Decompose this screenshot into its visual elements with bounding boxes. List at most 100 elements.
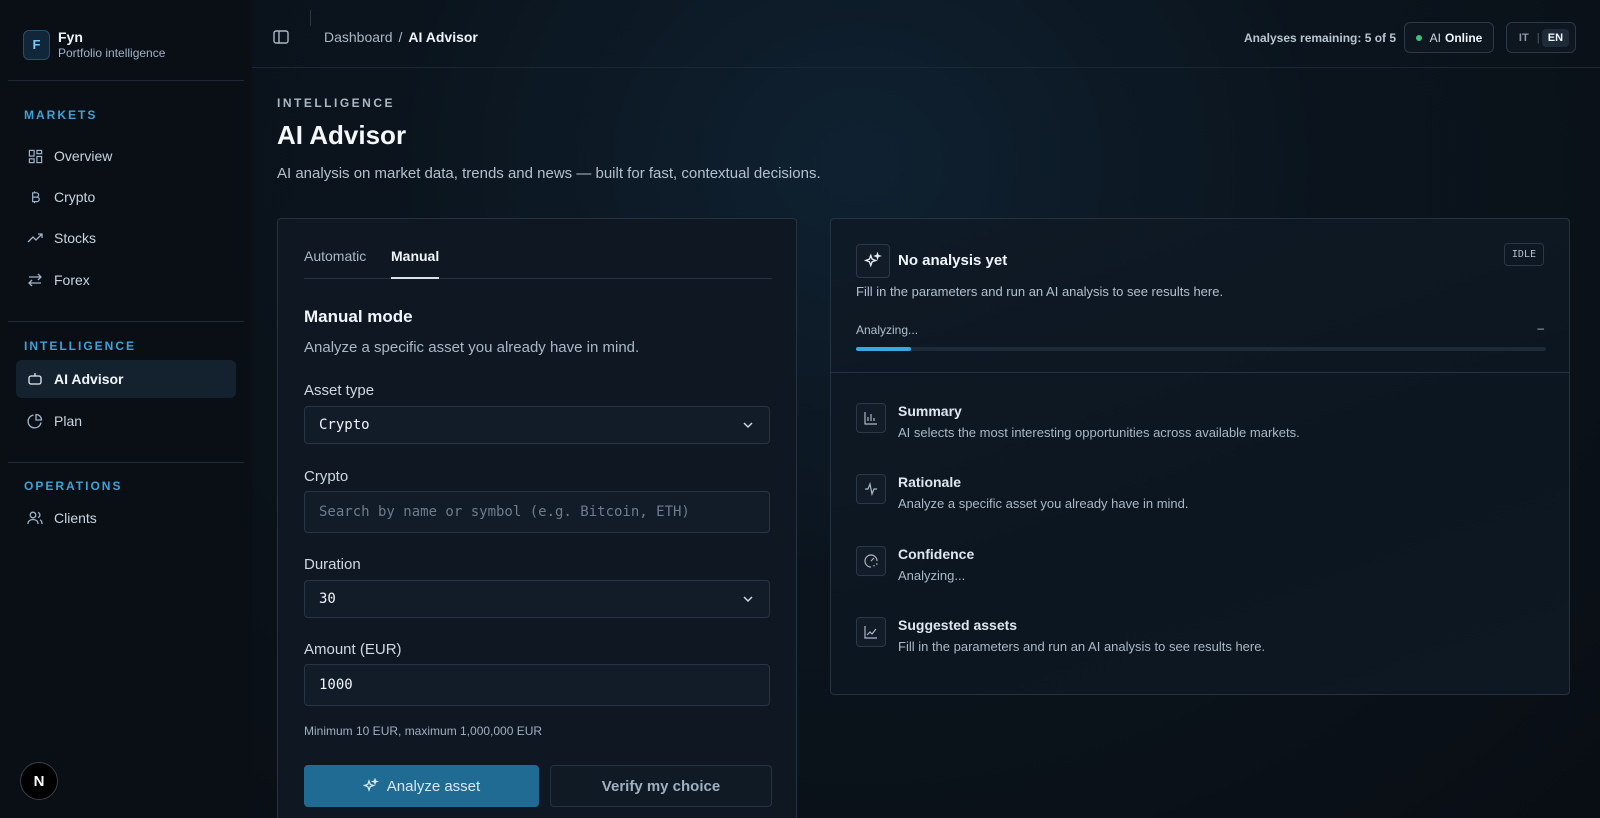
breadcrumb: Dashboard / AI Advisor — [324, 29, 478, 45]
progress-label: Analyzing... — [856, 323, 919, 337]
bitcoin-icon — [27, 189, 43, 205]
sidebar-item-label: Crypto — [54, 189, 96, 205]
crypto-label: Crypto — [304, 468, 349, 485]
sidebar-item-overview[interactable]: Overview — [16, 137, 236, 175]
page-kicker: INTELLIGENCE — [277, 96, 396, 110]
status-badge: IDLE — [1503, 243, 1544, 266]
bot-icon — [27, 371, 43, 387]
amount-input[interactable]: 1000 — [304, 664, 770, 706]
sidebar: F Fyn Portfolio intelligence MARKETS Ove… — [0, 0, 252, 818]
brand-name: Fyn — [58, 29, 83, 45]
brand-logo: F — [23, 29, 50, 60]
topbar-separator — [310, 10, 311, 26]
sidebar-item-clients[interactable]: Clients — [16, 499, 236, 537]
crypto-search-input[interactable]: Search by name or symbol (e.g. Bitcoin, … — [304, 491, 770, 533]
result-row-title: Confidence — [898, 546, 975, 562]
breadcrumb-current: AI Advisor — [408, 29, 478, 45]
page-title: AI Advisor — [277, 120, 407, 150]
tab-automatic[interactable]: Automatic — [304, 248, 366, 277]
brand-text: Fyn Portfolio intelligence — [58, 29, 165, 60]
topbar: Dashboard / AI Advisor Analyses remaining:… — [252, 0, 1600, 68]
progress-value: – — [1537, 321, 1544, 335]
result-row-rationale: Rationale Analyze a specific asset you a… — [856, 474, 1546, 518]
asset-type-label: Asset type — [304, 382, 375, 399]
result-row-title: Suggested assets — [898, 617, 1018, 633]
n-badge[interactable]: N — [20, 762, 58, 800]
sidebar-item-crypto[interactable]: Crypto — [16, 178, 236, 216]
result-title: No analysis yet — [898, 252, 1008, 269]
brand-subtitle: Portfolio intelligence — [58, 45, 166, 60]
grid-icon — [27, 148, 43, 164]
sidebar-item-label: Plan — [54, 413, 83, 429]
duration-label: Duration — [304, 556, 361, 573]
line-chart-icon — [856, 617, 886, 647]
amount-hint: Minimum 10 EUR, maximum 1,000,000 EUR — [304, 724, 543, 738]
sparkles-icon — [856, 244, 890, 278]
sidebar-item-label: Clients — [54, 510, 97, 526]
asset-type-value: Crypto — [319, 417, 370, 433]
lang-en-button[interactable]: EN — [1541, 28, 1570, 47]
amount-label: Amount (EUR) — [304, 641, 402, 658]
result-row-text: Analyze a specific asset you already hav… — [898, 496, 1189, 511]
analyze-asset-label: Analyze asset — [386, 777, 481, 795]
progress-fill — [856, 347, 912, 351]
asset-type-select[interactable]: Crypto — [304, 406, 770, 444]
result-subtitle: Fill in the parameters and run an AI ana… — [856, 284, 1224, 299]
sidebar-divider — [8, 80, 244, 81]
ai-status-state: Online — [1445, 30, 1483, 45]
lang-separator: | — [1536, 31, 1540, 44]
activity-icon — [856, 474, 886, 504]
mode-tabs: Automatic Manual — [304, 219, 772, 279]
pie-chart-icon — [27, 413, 43, 429]
sidebar-item-label: AI Advisor — [54, 371, 124, 387]
result-row-text: Fill in the parameters and run an AI ana… — [898, 639, 1266, 654]
analysis-result-card: No analysis yet IDLE Fill in the paramet… — [830, 218, 1570, 695]
breadcrumb-dashboard[interactable]: Dashboard — [324, 29, 393, 45]
section-intelligence: INTELLIGENCE — [24, 339, 137, 353]
sidebar-divider — [8, 321, 244, 322]
language-switcher: IT | EN — [1506, 22, 1576, 53]
sidebar-item-stocks[interactable]: Stocks — [16, 219, 236, 257]
result-row-title: Summary — [898, 403, 962, 419]
bar-chart-icon — [856, 403, 886, 433]
brand[interactable]: F Fyn Portfolio intelligence — [23, 29, 165, 60]
result-row-text: AI selects the most interesting opportun… — [898, 425, 1300, 440]
duration-value: 30 — [319, 591, 336, 607]
sidebar-item-label: Stocks — [54, 230, 97, 246]
sidebar-item-ai-advisor[interactable]: AI Advisor — [16, 360, 236, 398]
sidebar-item-forex[interactable]: Forex — [16, 261, 236, 299]
ai-status-prefix: AI — [1429, 30, 1441, 45]
lang-it-button[interactable]: IT — [1513, 29, 1535, 47]
main-content: Dashboard / AI Advisor Analyses remaining:… — [252, 0, 1600, 818]
result-row-text: Analyzing... — [898, 568, 966, 583]
sidebar-item-label: Overview — [54, 148, 113, 164]
crypto-search-placeholder: Search by name or symbol (e.g. Bitcoin, … — [319, 504, 690, 520]
result-row-suggested-assets: Suggested assets Fill in the parameters … — [856, 617, 1546, 661]
form-title: Manual mode — [304, 307, 413, 326]
sidebar-toggle-icon[interactable] — [272, 28, 290, 46]
result-row-confidence: Confidence Analyzing... — [856, 546, 1546, 590]
section-markets: MARKETS — [24, 108, 98, 122]
progress-bar — [856, 347, 1546, 351]
status-dot-icon — [1415, 34, 1422, 41]
breadcrumb-separator: / — [398, 29, 403, 45]
verify-choice-button[interactable]: Verify my choice — [550, 765, 772, 807]
duration-select[interactable]: 30 — [304, 580, 770, 618]
result-row-summary: Summary AI selects the most interesting … — [856, 403, 1546, 447]
page-description: AI analysis on market data, trends and n… — [277, 165, 821, 182]
amount-value: 1000 — [319, 677, 353, 693]
sidebar-item-label: Forex — [54, 272, 90, 288]
sparkles-icon — [362, 778, 379, 794]
trending-up-icon — [27, 230, 43, 246]
ai-status-badge: AI Online — [1404, 22, 1494, 53]
sidebar-item-plan[interactable]: Plan — [16, 402, 236, 440]
gauge-icon — [856, 546, 886, 576]
section-operations: OPERATIONS — [24, 479, 123, 493]
result-divider — [831, 372, 1569, 373]
tab-manual[interactable]: Manual — [391, 248, 440, 279]
analyze-asset-button[interactable]: Analyze asset — [304, 765, 539, 807]
chevron-down-icon — [741, 418, 755, 432]
sidebar-divider — [8, 462, 244, 463]
result-row-title: Rationale — [898, 474, 962, 490]
analyses-remaining: Analyses remaining: 5 of 5 — [1244, 31, 1397, 45]
